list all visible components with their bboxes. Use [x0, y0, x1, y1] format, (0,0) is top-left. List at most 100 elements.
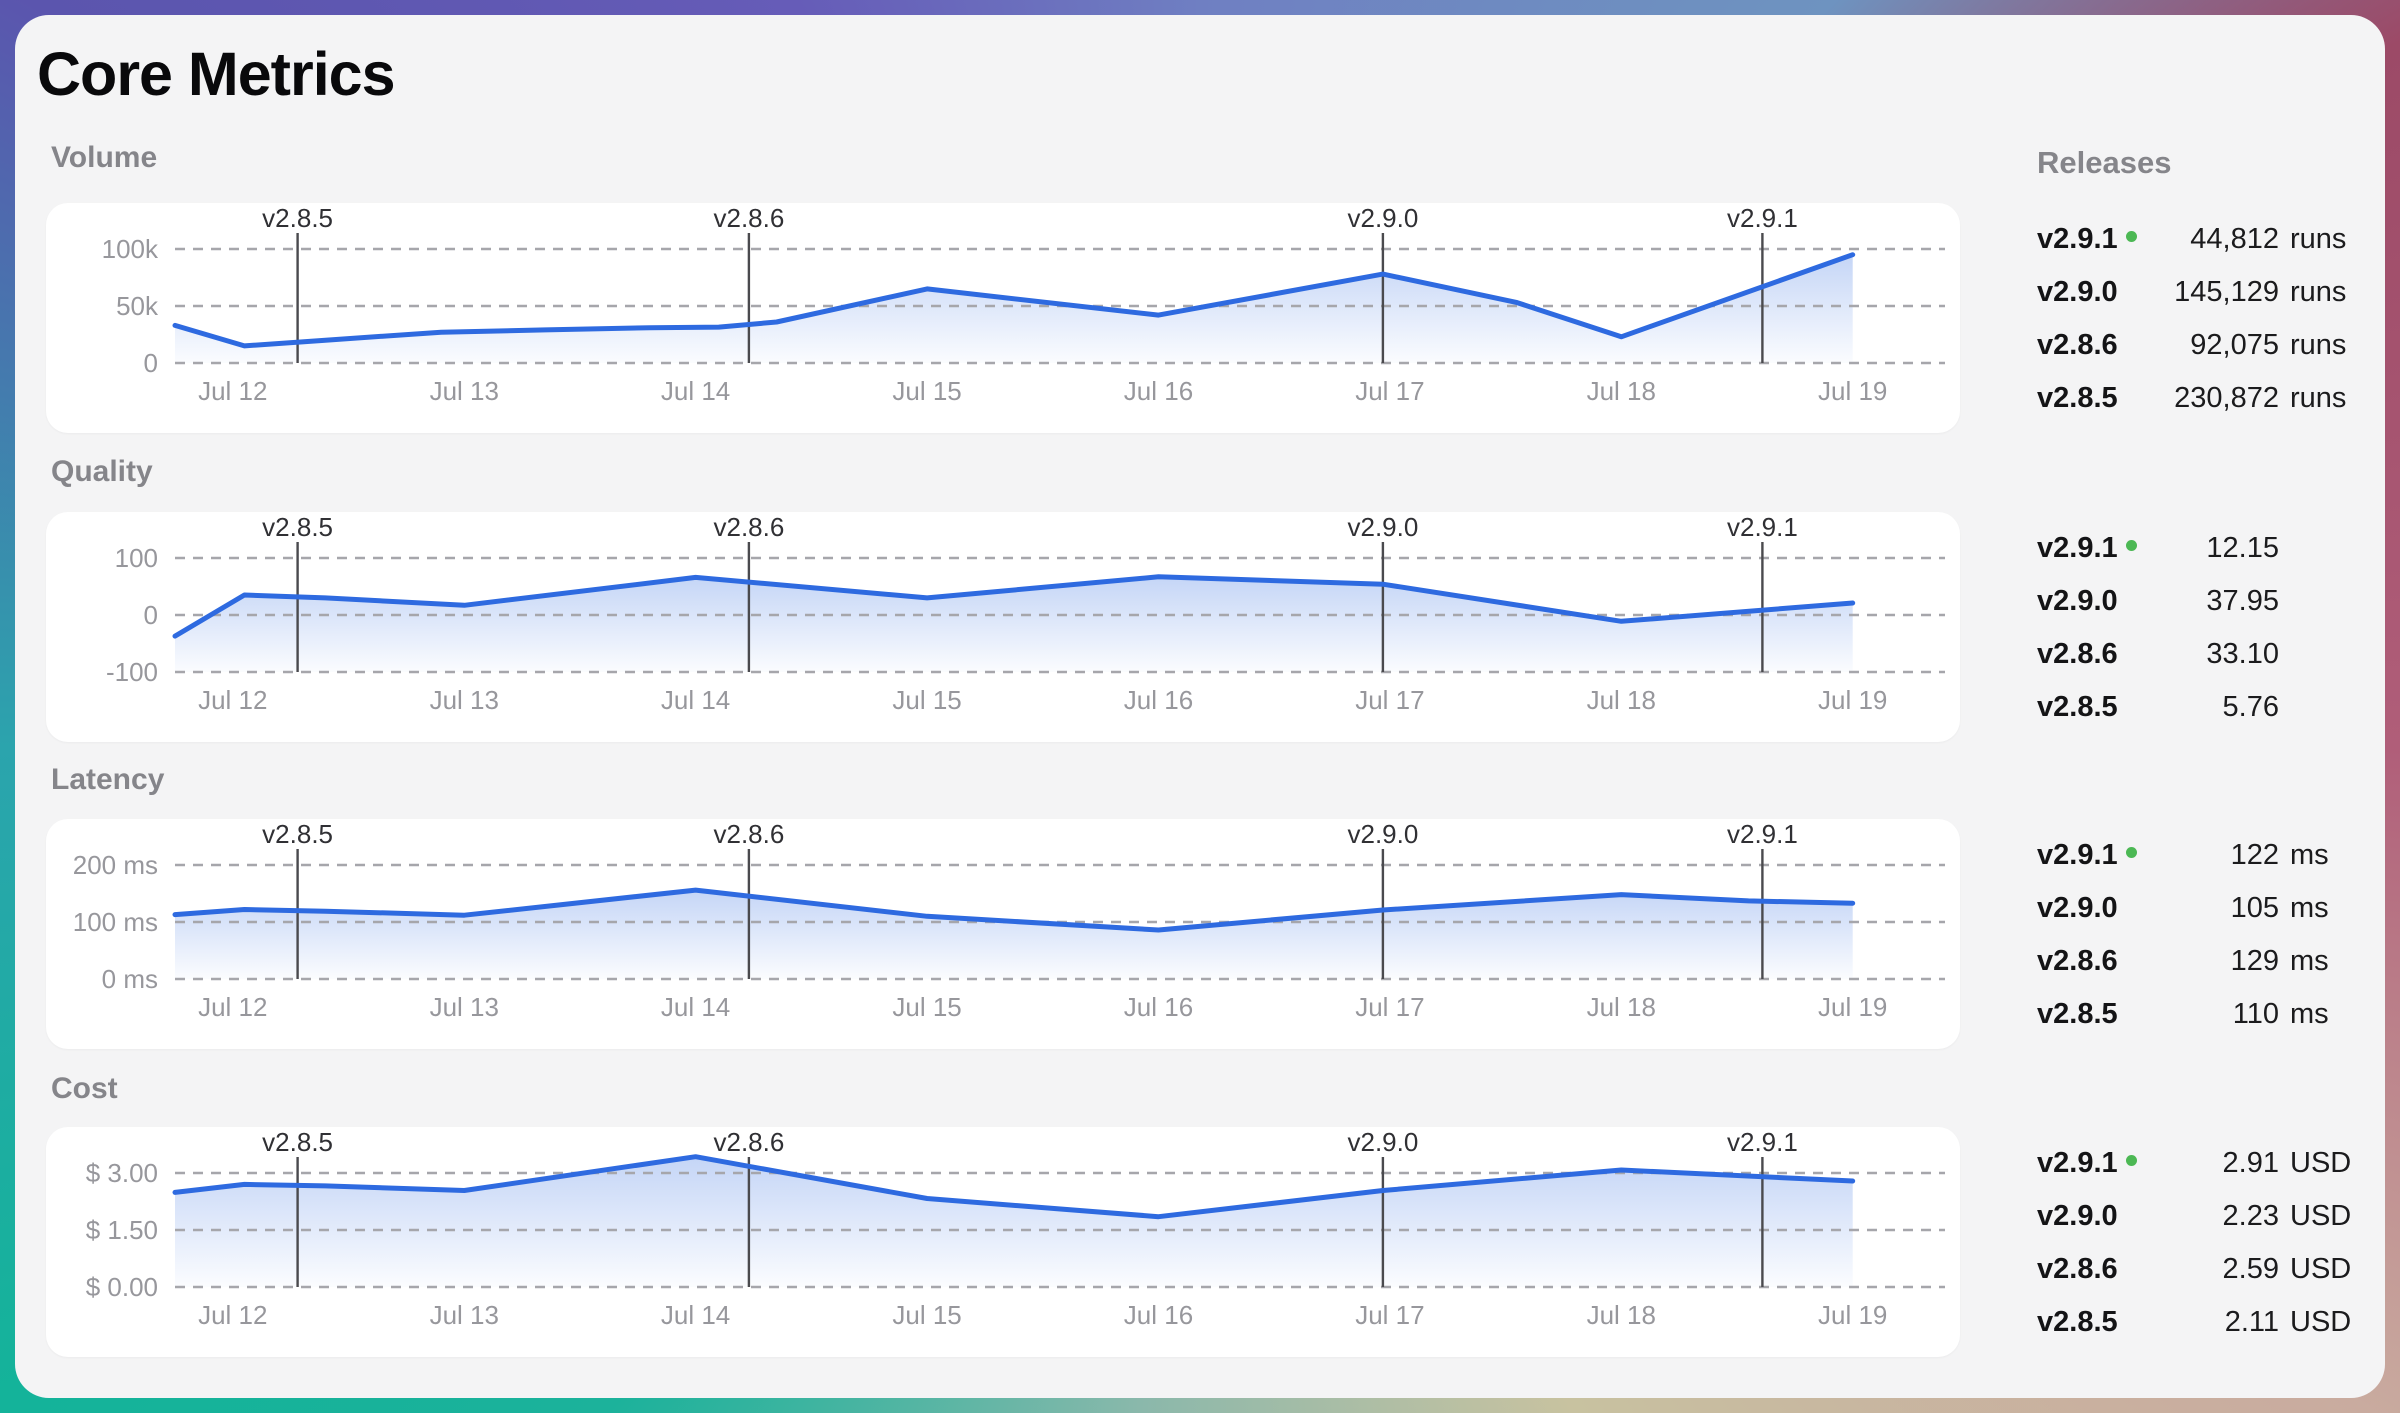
gradient-frame: Core Metrics Releases Volume050k100kJul … [0, 0, 2400, 1413]
release-row: v2.8.6129ms [2037, 935, 2359, 988]
release-row: v2.8.692,075runs [2037, 319, 2359, 372]
x-axis-label: Jul 15 [892, 992, 961, 1022]
section-label-cost: Cost [51, 1072, 118, 1106]
release-version-text: v2.9.1 [2037, 1147, 2118, 1180]
release-value: 105 [2157, 892, 2279, 925]
release-row: v2.8.62.59USD [2037, 1243, 2359, 1296]
x-axis-label: Jul 18 [1587, 1300, 1656, 1330]
release-version: v2.9.0 [2037, 892, 2157, 925]
x-axis-label: Jul 13 [430, 1300, 499, 1330]
release-version: v2.9.1 [2037, 1147, 2157, 1180]
release-marker-label: v2.9.0 [1347, 1127, 1418, 1157]
release-marker-label: v2.9.1 [1727, 512, 1798, 542]
x-axis-label: Jul 12 [198, 992, 267, 1022]
chart-card-latency[interactable]: 0 ms100 ms200 msJul 12Jul 13Jul 14Jul 15… [46, 819, 1960, 1049]
x-axis-label: Jul 16 [1124, 1300, 1193, 1330]
release-value: 122 [2157, 839, 2279, 872]
release-group-volume: v2.9.144,812runsv2.9.0145,129runsv2.8.69… [2037, 213, 2359, 425]
chart-svg-volume[interactable]: 050k100kJul 12Jul 13Jul 14Jul 15Jul 16Ju… [46, 203, 1960, 433]
release-group-cost: v2.9.12.91USDv2.9.02.23USDv2.8.62.59USDv… [2037, 1137, 2359, 1349]
y-axis-label: 100k [102, 234, 159, 264]
x-axis-label: Jul 17 [1355, 685, 1424, 715]
section-label-volume: Volume [51, 141, 157, 175]
release-marker-label: v2.8.5 [262, 1127, 333, 1157]
x-axis-label: Jul 19 [1818, 685, 1887, 715]
chart-svg-quality[interactable]: -1000100Jul 12Jul 13Jul 14Jul 15Jul 16Ju… [46, 512, 1960, 742]
release-marker-label: v2.8.6 [713, 512, 784, 542]
release-row: v2.9.0105ms [2037, 882, 2359, 935]
release-value: 230,872 [2157, 382, 2279, 415]
release-unit: runs [2279, 276, 2359, 309]
dashboard: Core Metrics Releases Volume050k100kJul … [15, 15, 2385, 1398]
release-version-text: v2.8.5 [2037, 382, 2118, 415]
release-unit: ms [2279, 945, 2359, 978]
x-axis-label: Jul 17 [1355, 992, 1424, 1022]
release-value: 110 [2157, 998, 2279, 1031]
release-version: v2.8.6 [2037, 329, 2157, 362]
release-unit: runs [2279, 223, 2359, 256]
chart-card-volume[interactable]: 050k100kJul 12Jul 13Jul 14Jul 15Jul 16Ju… [46, 203, 1960, 433]
release-version: v2.8.5 [2037, 1306, 2157, 1339]
release-group-latency: v2.9.1122msv2.9.0105msv2.8.6129msv2.8.51… [2037, 829, 2359, 1041]
active-release-dot-icon [2126, 847, 2137, 858]
release-version-text: v2.9.0 [2037, 585, 2118, 618]
y-axis-label: $ 3.00 [86, 1158, 158, 1188]
release-marker-label: v2.9.0 [1347, 819, 1418, 849]
x-axis-label: Jul 14 [661, 1300, 730, 1330]
release-unit: ms [2279, 839, 2359, 872]
chart-card-quality[interactable]: -1000100Jul 12Jul 13Jul 14Jul 15Jul 16Ju… [46, 512, 1960, 742]
page-title: Core Metrics [37, 39, 395, 109]
x-axis-label: Jul 14 [661, 992, 730, 1022]
release-version-text: v2.9.0 [2037, 892, 2118, 925]
release-version: v2.9.0 [2037, 1200, 2157, 1233]
x-axis-label: Jul 17 [1355, 376, 1424, 406]
chart-svg-latency[interactable]: 0 ms100 ms200 msJul 12Jul 13Jul 14Jul 15… [46, 819, 1960, 1049]
release-marker-label: v2.9.1 [1727, 1127, 1798, 1157]
release-version: v2.8.6 [2037, 945, 2157, 978]
release-row: v2.8.5230,872runs [2037, 372, 2359, 425]
y-axis-label: 0 ms [102, 964, 158, 994]
release-value: 2.23 [2157, 1200, 2279, 1233]
x-axis-label: Jul 12 [198, 685, 267, 715]
release-marker-label: v2.8.5 [262, 203, 333, 233]
section-label-latency: Latency [51, 763, 164, 797]
active-release-dot-icon [2126, 231, 2137, 242]
release-value: 5.76 [2157, 691, 2279, 724]
chart-svg-cost[interactable]: $ 0.00$ 1.50$ 3.00Jul 12Jul 13Jul 14Jul … [46, 1127, 1960, 1357]
active-release-dot-icon [2126, 1155, 2137, 1166]
area-fill [175, 255, 1853, 363]
chart-card-cost[interactable]: $ 0.00$ 1.50$ 3.00Jul 12Jul 13Jul 14Jul … [46, 1127, 1960, 1357]
release-value: 2.59 [2157, 1253, 2279, 1286]
release-version-text: v2.8.5 [2037, 1306, 2118, 1339]
release-version: v2.8.6 [2037, 1253, 2157, 1286]
release-marker-label: v2.9.1 [1727, 819, 1798, 849]
release-version: v2.8.5 [2037, 382, 2157, 415]
release-row: v2.9.144,812runs [2037, 213, 2359, 266]
x-axis-label: Jul 19 [1818, 992, 1887, 1022]
release-value: 145,129 [2157, 276, 2279, 309]
release-value: 129 [2157, 945, 2279, 978]
release-row: v2.9.0145,129runs [2037, 266, 2359, 319]
x-axis-label: Jul 14 [661, 685, 730, 715]
x-axis-label: Jul 17 [1355, 1300, 1424, 1330]
x-axis-label: Jul 18 [1587, 992, 1656, 1022]
release-marker-label: v2.9.0 [1347, 512, 1418, 542]
release-version: v2.9.0 [2037, 585, 2157, 618]
release-value: 33.10 [2157, 638, 2279, 671]
release-version: v2.9.1 [2037, 839, 2157, 872]
release-row: v2.9.037.95 [2037, 575, 2359, 628]
y-axis-label: 50k [116, 291, 159, 321]
release-marker-label: v2.8.5 [262, 819, 333, 849]
area-fill [175, 890, 1853, 979]
release-marker-label: v2.9.0 [1347, 203, 1418, 233]
release-unit: USD [2279, 1253, 2359, 1286]
release-unit: USD [2279, 1200, 2359, 1233]
release-version-text: v2.9.1 [2037, 532, 2118, 565]
release-value: 44,812 [2157, 223, 2279, 256]
release-version: v2.9.1 [2037, 532, 2157, 565]
release-value: 2.91 [2157, 1147, 2279, 1180]
x-axis-label: Jul 18 [1587, 376, 1656, 406]
release-unit: USD [2279, 1306, 2359, 1339]
release-version-text: v2.8.5 [2037, 998, 2118, 1031]
release-unit: runs [2279, 329, 2359, 362]
